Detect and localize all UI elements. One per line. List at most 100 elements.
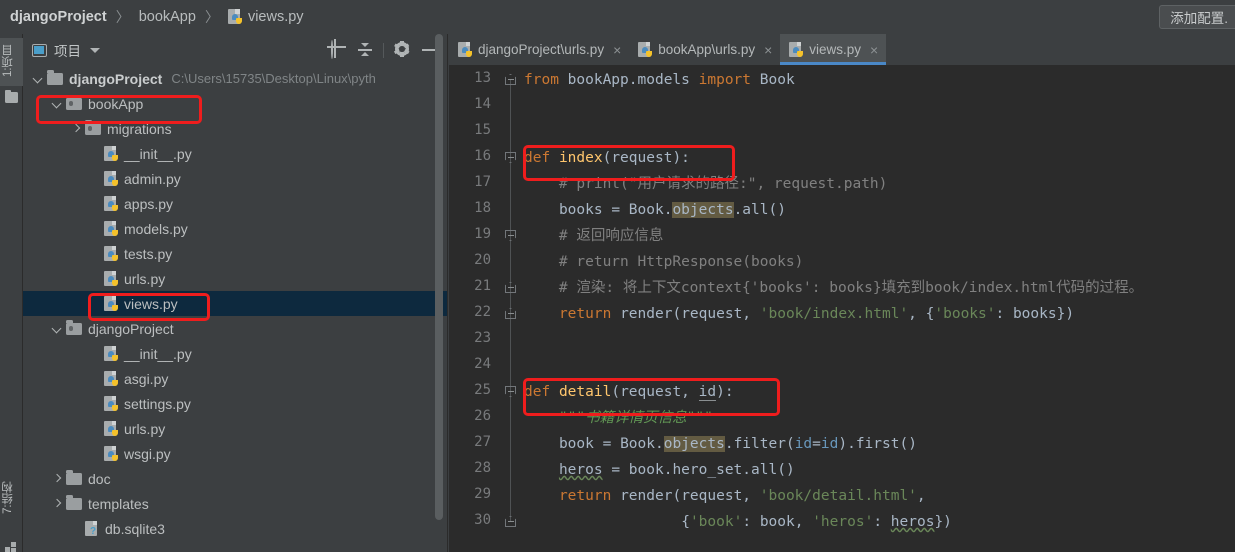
chevron-right-icon[interactable] [50,472,64,486]
code-line[interactable]: return render(request, 'book/index.html'… [524,301,1074,327]
tree-item-doc[interactable]: doc [23,466,448,491]
gear-icon[interactable] [393,41,411,59]
editor-gutter[interactable]: 13 14 15 16 17 18 19 20 21 22 23 24 25 26 27 28 29 30 [449,65,524,552]
folder-icon [47,69,63,85]
code-line[interactable]: from bookApp.models import Book [524,67,795,93]
tree-item-admin-py[interactable]: admin.py [23,166,448,191]
tree-item-label: __init__.py [124,145,192,162]
code-line[interactable]: # return HttpResponse(books) [524,249,803,275]
line-number: 19 [474,226,491,242]
line-number: 30 [474,512,491,528]
fold-collapse-icon[interactable] [505,230,516,241]
folder-icon[interactable] [5,89,18,103]
project-panel-toolbar [329,40,442,59]
close-icon[interactable]: × [613,43,621,57]
project-tree[interactable]: djangoProject C:\Users\15735\Desktop\Linu… [23,66,448,552]
project-panel-scrollbar[interactable] [435,34,443,520]
tree-item---init---py[interactable]: __init__.py [23,141,448,166]
fold-collapse-icon[interactable] [505,152,516,163]
line-number: 18 [474,200,491,216]
tree-item-asgi-py[interactable]: asgi.py [23,366,448,391]
code-line[interactable]: # 渲染: 将上下文context{'books': books}填充到book… [524,275,1143,301]
sidebar-tab-structure[interactable]: 7:结构 [0,474,23,522]
tree-item-djangoproject[interactable]: djangoProject [23,316,448,341]
code-line[interactable]: book = Book.objects.filter(id=id).first(… [524,431,917,457]
python-file-icon [104,245,119,262]
code-line[interactable]: # print("用户请求的路径:", request.path) [524,171,888,197]
collapse-all-icon[interactable] [356,41,374,59]
editor-tab-label: djangoProject\urls.py [478,42,605,57]
chevron-right-icon[interactable] [50,497,64,511]
tree-item-tests-py[interactable]: tests.py [23,241,448,266]
tree-item-views-py[interactable]: views.py [23,291,448,316]
breadcrumb-separator-2: 〉 [204,9,219,25]
chevron-right-icon[interactable] [69,122,83,136]
code-content[interactable]: from bookApp.models import Book def index… [524,65,1235,552]
tree-item-wsgi-py[interactable]: wsgi.py [23,441,448,466]
code-area[interactable]: 13 14 15 16 17 18 19 20 21 22 23 24 25 26 27 28 29 30 fro… [449,65,1235,552]
tree-item-urls-py[interactable]: urls.py [23,266,448,291]
fold-region-end-icon[interactable] [505,308,516,319]
fold-region-end-icon[interactable] [505,282,516,293]
line-number: 20 [474,252,491,268]
fold-region-end-icon[interactable] [505,516,516,527]
breadcrumb-module[interactable]: bookApp [139,9,196,25]
editor-tab-bookapp-urls-py[interactable]: bookApp\urls.py × [629,34,780,65]
code-line[interactable]: return render(request, 'book/detail.html… [524,483,926,509]
editor-tab-djangoproject-urls-py[interactable]: djangoProject\urls.py × [449,34,629,65]
tree-item-settings-py[interactable]: settings.py [23,391,448,416]
editor-tab-views-py[interactable]: views.py × [780,34,887,65]
chevron-down-icon[interactable] [50,97,64,111]
project-window-icon [32,43,47,57]
editor-tab-bar: djangoProject\urls.py × bookApp\urls.py × vi… [449,34,1235,65]
source-folder-icon [66,319,82,335]
chevron-down-icon[interactable] [50,322,64,336]
python-file-icon [638,41,653,58]
tree-item-db-sqlite3[interactable]: ? db.sqlite3 [23,516,448,541]
add-configuration-button[interactable]: 添加配置. [1159,5,1235,29]
breadcrumb-separator-1: 〉 [115,9,130,25]
tree-item-models-py[interactable]: models.py [23,216,448,241]
sidebar-tab-project[interactable]: 1:项目 [0,38,23,86]
close-icon[interactable]: × [870,43,878,57]
squares-icon[interactable] [5,542,18,552]
line-number: 26 [474,408,491,424]
locate-target-icon[interactable] [329,40,347,59]
code-line[interactable]: def index(request): [524,145,690,171]
chevron-down-icon[interactable] [90,47,100,53]
tree-item-bookapp[interactable]: bookApp [23,91,448,116]
close-icon[interactable]: × [764,43,772,57]
tree-item-label: urls.py [124,420,166,437]
fold-collapse-icon[interactable] [505,386,516,397]
python-file-icon [227,9,243,25]
ide-window: djangoProject 〉 bookApp 〉 views.py 添加配置.… [0,0,1235,552]
line-number: 16 [474,148,491,164]
line-number: 25 [474,382,491,398]
python-file-icon [104,295,119,312]
tree-item-label: migrations [107,120,172,137]
code-line[interactable]: def detail(request, id): [524,379,734,405]
fold-region-end-icon[interactable] [505,74,516,85]
tree-item-urls-py[interactable]: urls.py [23,416,448,441]
code-line[interactable]: # 返回响应信息 [524,223,663,249]
left-tool-strip: 1:项目 7:结构 [0,34,23,552]
folder-icon [66,469,82,485]
code-line[interactable]: heros = book.hero_set.all() [524,457,795,483]
breadcrumb-root[interactable]: djangoProject [10,9,107,25]
tree-item---init---py[interactable]: __init__.py [23,341,448,366]
code-line[interactable]: """书籍详情页信息""" [524,405,713,431]
code-line[interactable]: books = Book.objects.all() [524,197,786,223]
python-file-icon [104,270,119,287]
chevron-down-icon[interactable] [31,72,45,86]
tree-item-path: C:\Users\15735\Desktop\Linux\pyth [171,71,376,86]
python-file-icon [789,41,804,58]
python-file-icon [104,170,119,187]
code-line[interactable]: {'book': book, 'heros': heros}) [524,509,952,535]
tree-item-djangoproject[interactable]: djangoProject C:\Users\15735\Desktop\Linu… [23,66,448,91]
source-folder-icon [85,119,101,135]
tree-item-templates[interactable]: templates [23,491,448,516]
breadcrumb-file[interactable]: views.py [248,9,304,25]
tree-item-migrations[interactable]: migrations [23,116,448,141]
line-number: 28 [474,460,491,476]
tree-item-apps-py[interactable]: apps.py [23,191,448,216]
